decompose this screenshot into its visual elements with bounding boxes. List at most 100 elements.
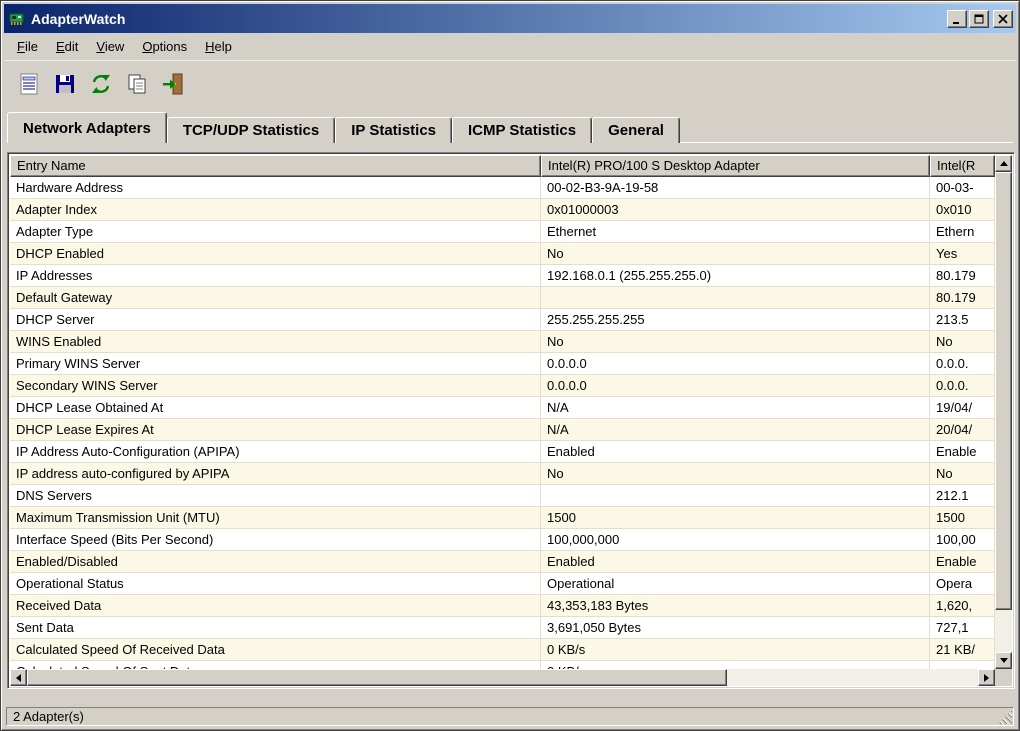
arrow-left-icon — [16, 674, 21, 682]
close-icon — [997, 13, 1009, 25]
table-cell: IP address auto-configured by APIPA — [10, 463, 541, 484]
minimize-button[interactable] — [947, 10, 967, 28]
tab-network-adapters[interactable]: Network Adapters — [7, 112, 167, 143]
table-cell: 192.168.0.1 (255.255.255.0) — [541, 265, 930, 286]
minimize-icon — [951, 13, 963, 25]
table-cell: 21 KB/ — [930, 639, 995, 660]
table-row[interactable]: Operational StatusOperationalOpera — [10, 573, 995, 595]
table-cell: Adapter Type — [10, 221, 541, 242]
table-cell: Operational Status — [10, 573, 541, 594]
menu-item-edit[interactable]: Edit — [47, 35, 87, 58]
resize-grip[interactable] — [998, 710, 1012, 724]
table-cell: 213.5 — [930, 309, 995, 330]
maximize-button[interactable] — [969, 10, 989, 28]
table-cell: Enabled — [541, 551, 930, 572]
table-cell: 80.179 — [930, 265, 995, 286]
arrow-down-icon — [1000, 658, 1008, 663]
tab-ip-statistics[interactable]: IP Statistics — [335, 117, 452, 143]
table-cell: 0.0.0.0 — [541, 353, 930, 374]
table-row[interactable]: DHCP EnabledNoYes — [10, 243, 995, 265]
scroll-right-button[interactable] — [978, 669, 995, 686]
refresh-button[interactable] — [86, 69, 116, 99]
tab-strip: Network AdaptersTCP/UDP StatisticsIP Sta… — [7, 112, 1013, 143]
menu-item-options[interactable]: Options — [133, 35, 196, 58]
scroll-up-button[interactable] — [995, 155, 1012, 172]
copy-button[interactable] — [122, 69, 152, 99]
table-row[interactable]: Hardware Address00-02-B3-9A-19-5800-03- — [10, 177, 995, 199]
table-row[interactable]: Default Gateway80.179 — [10, 287, 995, 309]
table-row[interactable]: DHCP Lease Obtained AtN/A19/04/ — [10, 397, 995, 419]
table-row[interactable]: IP Address Auto-Configuration (APIPA)Ena… — [10, 441, 995, 463]
tab-general[interactable]: General — [592, 117, 680, 143]
table-row[interactable]: IP Addresses192.168.0.1 (255.255.255.0)8… — [10, 265, 995, 287]
table-row[interactable]: DHCP Server255.255.255.255213.5 — [10, 309, 995, 331]
table-cell: 100,000,000 — [541, 529, 930, 550]
horizontal-scroll-thumb[interactable] — [27, 669, 727, 686]
table-row[interactable]: IP address auto-configured by APIPANoNo — [10, 463, 995, 485]
close-button[interactable] — [993, 10, 1013, 28]
menu-item-help[interactable]: Help — [196, 35, 241, 58]
table-cell: 212.1 — [930, 485, 995, 506]
table-cell: 3,691,050 Bytes — [541, 617, 930, 638]
menu-item-view[interactable]: View — [87, 35, 133, 58]
report-icon — [17, 72, 41, 96]
table-row[interactable]: Received Data43,353,183 Bytes1,620, — [10, 595, 995, 617]
table-cell: Enabled/Disabled — [10, 551, 541, 572]
column-header-entry-name[interactable]: Entry Name — [10, 155, 541, 177]
table-row[interactable]: Enabled/DisabledEnabledEnable — [10, 551, 995, 573]
horizontal-scrollbar[interactable] — [10, 669, 995, 686]
column-header-intel-r-pro-100-s-desktop-adapter[interactable]: Intel(R) PRO/100 S Desktop Adapter — [541, 155, 930, 177]
table-cell: 00-02-B3-9A-19-58 — [541, 177, 930, 198]
table-row[interactable]: Maximum Transmission Unit (MTU)15001500 — [10, 507, 995, 529]
vertical-scroll-thumb[interactable] — [995, 172, 1012, 610]
table-cell: Opera — [930, 573, 995, 594]
table-cell: 0.0.0. — [930, 375, 995, 396]
table-cell: WINS Enabled — [10, 331, 541, 352]
window-title: AdapterWatch — [31, 11, 947, 27]
column-header-intel-r[interactable]: Intel(R — [930, 155, 995, 177]
toolbar — [4, 60, 1016, 107]
table-row[interactable]: Calculated Speed Of Sent Data0 KB/s — [10, 661, 995, 669]
menu-item-file[interactable]: File — [8, 35, 47, 58]
table-row[interactable]: Adapter Index0x010000030x010 — [10, 199, 995, 221]
exit-icon — [161, 72, 185, 96]
table-row[interactable]: Secondary WINS Server0.0.0.00.0.0. — [10, 375, 995, 397]
table-row[interactable]: DNS Servers 212.1 — [10, 485, 995, 507]
scrollbar-corner — [995, 669, 1012, 686]
adapterwatch-window: AdapterWatch FileEditViewOptionsHelp — [0, 0, 1020, 731]
table-cell: 0 KB/s — [541, 661, 930, 669]
table-header: Entry NameIntel(R) PRO/100 S Desktop Ada… — [10, 155, 995, 177]
table-cell: 19/04/ — [930, 397, 995, 418]
tab-tcp-udp-statistics[interactable]: TCP/UDP Statistics — [167, 117, 335, 143]
table-cell: 1,620, — [930, 595, 995, 616]
table-row[interactable]: Sent Data3,691,050 Bytes727,1 — [10, 617, 995, 639]
menu-bar: FileEditViewOptionsHelp — [4, 33, 1016, 60]
tab-icmp-statistics[interactable]: ICMP Statistics — [452, 117, 592, 143]
table-row[interactable]: Interface Speed (Bits Per Second)100,000… — [10, 529, 995, 551]
save-button[interactable] — [50, 69, 80, 99]
copy-icon — [125, 72, 149, 96]
vertical-scrollbar[interactable] — [995, 155, 1012, 669]
scroll-down-button[interactable] — [995, 652, 1012, 669]
table-cell: Calculated Speed Of Received Data — [10, 639, 541, 660]
maximize-icon — [973, 13, 985, 25]
table-cell: Enable — [930, 551, 995, 572]
exit-button[interactable] — [158, 69, 188, 99]
table-cell: DNS Servers — [10, 485, 541, 506]
table-row[interactable]: WINS EnabledNoNo — [10, 331, 995, 353]
table-row[interactable]: DHCP Lease Expires AtN/A20/04/ — [10, 419, 995, 441]
report-button[interactable] — [14, 69, 44, 99]
table-cell: Enable — [930, 441, 995, 462]
table-row[interactable]: Adapter TypeEthernetEthern — [10, 221, 995, 243]
adapter-count-text: 2 Adapter(s) — [13, 709, 84, 724]
table-cell: DHCP Server — [10, 309, 541, 330]
title-bar[interactable]: AdapterWatch — [4, 4, 1016, 33]
table-cell: Received Data — [10, 595, 541, 616]
app-icon — [9, 10, 27, 28]
table-row[interactable]: Primary WINS Server0.0.0.00.0.0. — [10, 353, 995, 375]
arrow-right-icon — [984, 674, 989, 682]
scroll-left-button[interactable] — [10, 669, 27, 686]
table-row[interactable]: Calculated Speed Of Received Data0 KB/s2… — [10, 639, 995, 661]
status-panel: 2 Adapter(s) — [6, 707, 1014, 726]
table-cell: 727,1 — [930, 617, 995, 638]
